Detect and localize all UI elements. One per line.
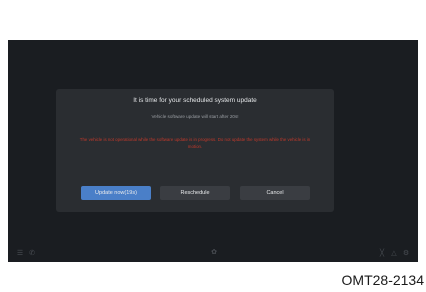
phone-icon[interactable]: ✆ bbox=[26, 249, 38, 257]
cancel-button[interactable]: Cancel bbox=[240, 186, 310, 200]
seat-icon[interactable]: ╳ bbox=[376, 249, 388, 257]
dialog-subtitle: Vehicle software update will start after… bbox=[151, 114, 239, 119]
figure-caption: OMT28-2134 bbox=[341, 272, 424, 288]
update-dialog: It is time for your scheduled system upd… bbox=[56, 89, 334, 212]
menu-icon[interactable]: ☰ bbox=[14, 249, 26, 257]
reschedule-button[interactable]: Reschedule bbox=[160, 186, 230, 200]
display-screen: It is time for your scheduled system upd… bbox=[8, 40, 418, 262]
dialog-title: It is time for your scheduled system upd… bbox=[133, 97, 257, 104]
settings-icon[interactable]: ⚙ bbox=[400, 249, 412, 257]
dialog-warning: The vehicle is not operational while the… bbox=[79, 137, 311, 149]
fan-icon[interactable]: ✿ bbox=[208, 248, 220, 256]
update-now-button[interactable]: Update now(19s) bbox=[81, 186, 151, 200]
bottom-bar: ☰ ✆ ✿ ╳ △ ⚙ bbox=[8, 244, 418, 262]
navigation-icon[interactable]: △ bbox=[388, 249, 400, 257]
